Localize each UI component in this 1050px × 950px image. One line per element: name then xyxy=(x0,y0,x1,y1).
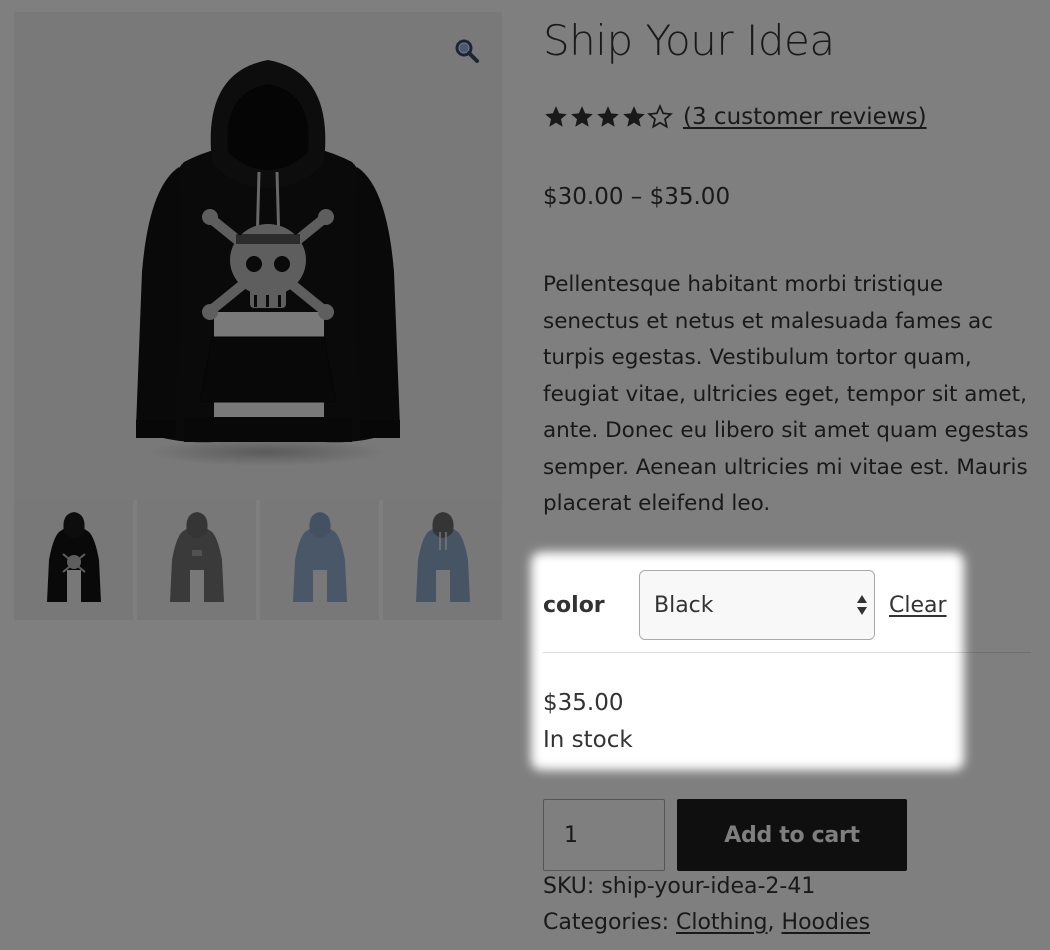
categories-row: Categories: Clothing, Hoodies xyxy=(543,910,870,935)
color-select[interactable]: Black xyxy=(639,570,875,640)
star-filled-icon xyxy=(597,106,619,127)
color-label: color xyxy=(543,592,605,618)
hoodie-black-image xyxy=(136,60,400,466)
quantity-input[interactable] xyxy=(543,799,665,871)
sku-row: SKU: ship-your-idea-2-41 xyxy=(543,874,815,899)
thumbnail-list xyxy=(14,500,502,620)
category-link-clothing[interactable]: Clothing xyxy=(676,910,768,935)
thumbnail-blue-gray-hoodie[interactable] xyxy=(383,500,502,620)
product-title: Ship Your Idea xyxy=(543,16,835,65)
customer-reviews-link[interactable]: (3 customer reviews) xyxy=(683,104,927,130)
star-empty-icon xyxy=(647,104,673,129)
thumbnail-gray-hoodie[interactable] xyxy=(137,500,256,620)
star-filled-icon xyxy=(571,106,593,127)
add-to-cart-button[interactable]: Add to cart xyxy=(677,799,907,871)
select-arrows-icon xyxy=(857,595,867,615)
variations-row: color Black Clear xyxy=(543,568,1031,642)
thumbnail-blue-hoodie[interactable] xyxy=(260,500,379,620)
category-separator: , xyxy=(767,910,775,935)
variations-divider xyxy=(543,652,1031,653)
product-rating: (3 customer reviews) xyxy=(543,104,927,130)
clear-variation-link[interactable]: Clear xyxy=(889,593,947,618)
main-product-image[interactable] xyxy=(14,12,502,500)
variation-price: $35.00 xyxy=(543,690,624,716)
magnifier-icon[interactable] xyxy=(454,38,480,64)
category-link-hoodies[interactable]: Hoodies xyxy=(782,910,871,935)
thumbnail-black-hoodie[interactable] xyxy=(14,500,133,620)
stock-status: In stock xyxy=(543,727,633,753)
price-range: $30.00 – $35.00 xyxy=(543,184,731,210)
star-filled-icon xyxy=(623,106,645,127)
product-gallery xyxy=(14,12,502,620)
product-description: Pellentesque habitant morbi tristique se… xyxy=(543,272,1029,516)
categories-label: Categories: xyxy=(543,910,669,935)
color-select-value: Black xyxy=(654,592,714,618)
star-rating xyxy=(543,104,673,130)
sku-value: ship-your-idea-2-41 xyxy=(601,874,816,899)
product-page: Ship Your Idea (3 customer reviews) $30.… xyxy=(0,0,1050,950)
sku-label: SKU: xyxy=(543,874,595,899)
star-filled-icon xyxy=(545,106,567,127)
